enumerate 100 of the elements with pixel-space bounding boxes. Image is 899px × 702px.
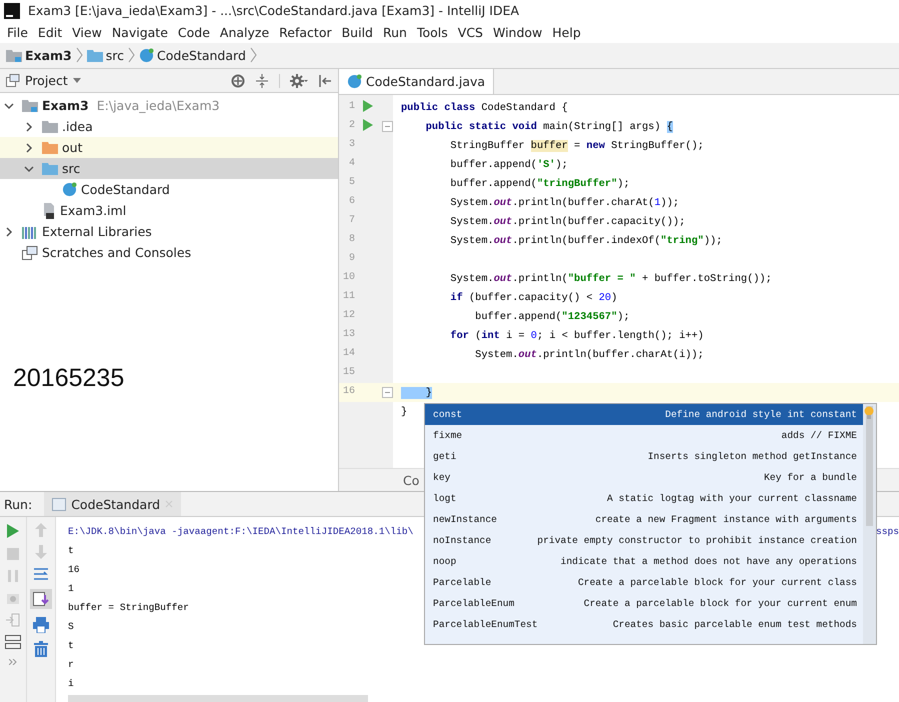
code-line: if (buffer.capacity() < 20) <box>449 292 618 304</box>
completion-item[interactable]: logt A static logtag with your current classname <box>425 488 863 509</box>
line-number: 2 <box>348 120 355 132</box>
tree-item-label: Scratches and Consoles <box>42 245 192 260</box>
menu-item[interactable]: Run <box>378 24 412 40</box>
completion-item[interactable]: const Define android style int constant <box>425 404 863 425</box>
tree-item-label: Exam3 <box>42 98 89 114</box>
breadcrumb[interactable]: src <box>86 48 124 63</box>
class-icon <box>347 74 362 90</box>
menu-item[interactable]: Refactor <box>274 24 337 40</box>
console-line: t <box>68 640 74 651</box>
camera-icon[interactable] <box>6 591 20 605</box>
chevron-icon <box>128 47 136 64</box>
completion-item[interactable]: Parcelable Create a parcelable block for your current class <box>425 572 863 593</box>
soft-wrap-icon[interactable] <box>33 567 49 581</box>
console-line: 16 <box>68 564 80 575</box>
layout-icon[interactable] <box>5 635 21 649</box>
line-number: 16 <box>342 386 355 398</box>
project-view-dropdown[interactable]: Project <box>6 73 81 88</box>
menu-item[interactable]: Build <box>336 24 378 40</box>
line-number: 7 <box>348 215 355 226</box>
tree-item[interactable]: out <box>0 137 338 158</box>
completion-item[interactable]: key Key for a bundle <box>425 467 863 488</box>
completion-item[interactable]: ParcelableEnum Create a parcelable block for your current enum <box>425 593 863 614</box>
settings-icon[interactable] <box>290 74 308 88</box>
scroll-to-end-button[interactable] <box>30 589 52 609</box>
tree-item-label: src <box>62 161 80 176</box>
light-bulb-icon[interactable] <box>864 406 874 420</box>
chevron-icon <box>250 47 257 64</box>
more-icon[interactable] <box>7 657 19 667</box>
menu-item[interactable]: Window <box>488 24 548 40</box>
run-icon[interactable] <box>363 100 373 112</box>
menu-item[interactable]: Navigate <box>106 24 173 40</box>
module-folder-icon <box>6 48 22 62</box>
code-line: System.out.println(buffer.capacity()); <box>449 216 686 228</box>
student-number: 20165235 <box>13 364 124 394</box>
target-icon[interactable] <box>231 74 245 88</box>
run-tab[interactable]: CodeStandard <box>44 492 182 516</box>
completion-item[interactable]: noop indicate that a method does not have any operations <box>425 551 863 572</box>
tree-item[interactable]: External Libraries <box>0 221 338 242</box>
line-number: 14 <box>342 348 355 360</box>
tree-item[interactable]: Scratches and Consoles <box>0 242 338 264</box>
collapse-all-icon[interactable] <box>255 74 269 88</box>
menu-item[interactable]: Analyze <box>214 24 274 40</box>
editor-tab[interactable]: CodeStandard.java <box>339 69 494 94</box>
line-number: 3 <box>348 139 355 150</box>
line-number: 9 <box>348 253 355 264</box>
trash-icon[interactable] <box>34 641 48 657</box>
tree-item[interactable]: Exam3.iml <box>0 200 338 222</box>
tree-item-label: External Libraries <box>42 224 152 240</box>
code-line: public class CodeStandard { <box>401 102 568 114</box>
run-icon[interactable] <box>363 119 373 132</box>
console-icon <box>52 498 66 510</box>
line-number: 10 <box>342 272 355 284</box>
completion-item[interactable]: ParcelableEnumTest Creates basic parcelable enum test methods <box>425 614 863 635</box>
scrollbar[interactable] <box>863 404 876 644</box>
folder-icon <box>42 162 58 176</box>
editor-breadcrumb[interactable]: Co <box>403 472 420 488</box>
line-number: 15 <box>342 367 355 378</box>
code-line: System.out.println("buffer = " + buffer.toString()); <box>449 272 772 285</box>
console-line: i <box>68 678 74 689</box>
run-label: Run: <box>4 496 32 512</box>
console-text: ssps <box>876 526 899 537</box>
breadcrumb[interactable]: CodeStandard <box>139 48 246 63</box>
class-icon <box>62 182 77 198</box>
completion-item[interactable]: fixme adds // FIXME <box>425 425 863 446</box>
exit-icon[interactable] <box>6 613 20 627</box>
completion-item[interactable]: newInstance create a new Fragment instance with arguments <box>425 509 863 530</box>
chevron-icon <box>76 47 83 64</box>
fold-icon[interactable] <box>382 121 393 132</box>
caret-icon <box>72 78 81 84</box>
line-number: 6 <box>348 196 355 208</box>
run-icon[interactable] <box>6 523 20 539</box>
tree-item[interactable]: Exam3 E:\java_ieda\Exam3 <box>0 95 338 116</box>
horizontal-scrollbar[interactable] <box>68 695 368 702</box>
menu-item[interactable]: Help <box>547 24 586 40</box>
print-icon[interactable] <box>33 617 49 633</box>
line-number: 8 <box>348 234 355 246</box>
fold-icon[interactable] <box>382 387 393 398</box>
menu-item[interactable]: Tools <box>412 24 453 40</box>
breadcrumb[interactable]: Exam3 <box>6 48 72 63</box>
menu-item[interactable]: View <box>67 24 107 40</box>
hide-panel-icon[interactable] <box>318 74 332 88</box>
menu-item[interactable]: Edit <box>32 24 68 40</box>
module-path: E:\java_ieda\Exam3 <box>96 98 220 114</box>
tree-item-label: out <box>62 140 82 156</box>
menu-item[interactable]: VCS <box>452 24 488 40</box>
line-number: 5 <box>348 177 355 188</box>
menu-item[interactable]: File <box>2 24 33 40</box>
line-number: 13 <box>342 329 355 340</box>
file-icon <box>42 202 56 219</box>
tree-item[interactable]: .idea <box>0 116 338 138</box>
completion-item[interactable]: noInstance private empty constructor to prohibit instance creation <box>425 530 863 551</box>
completion-item[interactable]: geti Inserts singleton method getInstance <box>425 446 863 467</box>
tree-item[interactable]: src <box>0 158 338 180</box>
code-line: public static void main(String[] args) { <box>424 120 673 133</box>
menu-item[interactable]: Code <box>172 24 215 40</box>
tree-item[interactable]: CodeStandard <box>0 179 338 200</box>
folder-icon <box>42 120 58 134</box>
scratches-icon <box>22 246 38 260</box>
